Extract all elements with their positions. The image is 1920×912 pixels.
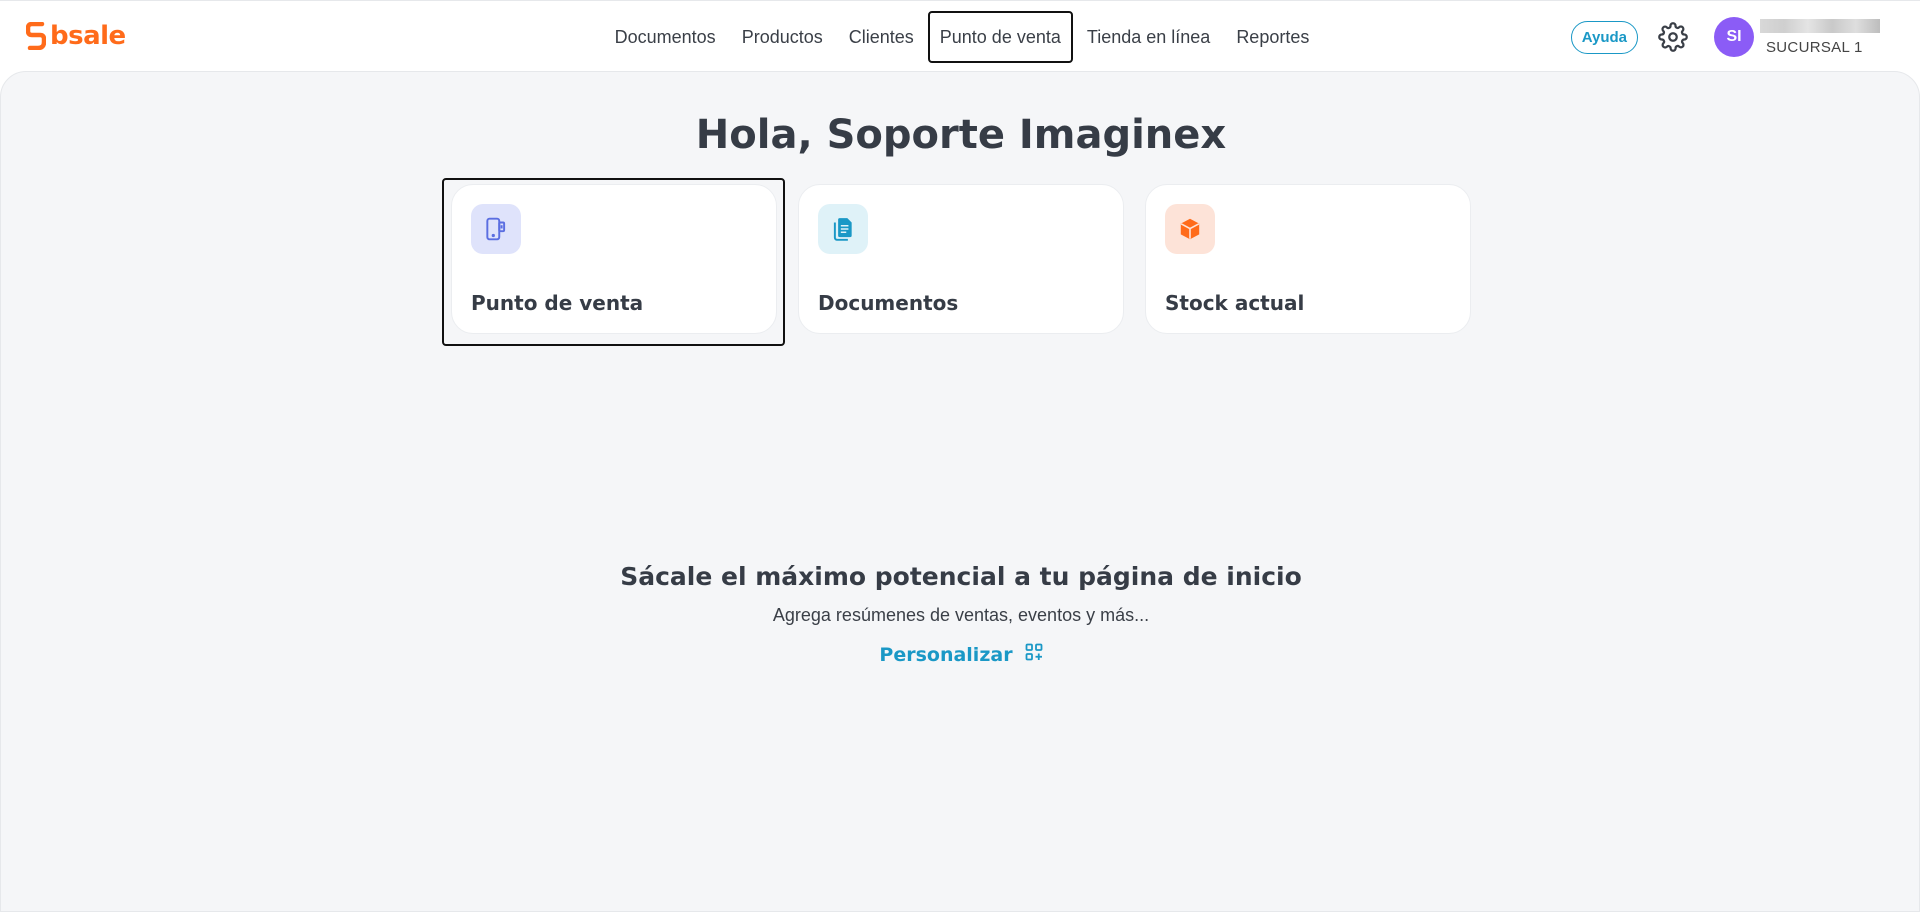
card-punto-de-venta[interactable]: Punto de venta	[451, 184, 777, 334]
user-menu[interactable]: SUCURSAL 1	[1760, 18, 1884, 56]
nav-item-clientes[interactable]: Clientes	[837, 11, 926, 63]
personalize-row: Personalizar	[1, 643, 1920, 666]
nav-item-reportes[interactable]: Reportes	[1224, 11, 1321, 63]
nav-item-tienda-en-linea[interactable]: Tienda en línea	[1075, 11, 1222, 63]
user-name-redacted	[1760, 18, 1880, 33]
branch-label: SUCURSAL 1	[1766, 38, 1863, 56]
avatar[interactable]: SI	[1714, 17, 1754, 57]
nav-item-punto-de-venta[interactable]: Punto de venta	[927, 10, 1073, 63]
box-icon	[1165, 204, 1215, 254]
add-widget-icon[interactable]	[1025, 643, 1043, 666]
help-button[interactable]: Ayuda	[1570, 20, 1638, 54]
page-title: Hola, Soporte Imaginex	[695, 112, 1227, 158]
gear-icon[interactable]	[1658, 22, 1688, 52]
top-navbar: bsale Documentos Productos Clientes Punt…	[0, 0, 1920, 71]
main-content: Hola, Soporte Imaginex Punto de venta Do…	[0, 71, 1920, 912]
header-actions: Ayuda SI SUCURSAL 1	[1570, 16, 1884, 58]
card-label: Stock actual	[1165, 291, 1305, 315]
card-documentos[interactable]: Documentos	[798, 184, 1124, 334]
card-label: Documentos	[818, 291, 959, 315]
nav-item-documentos[interactable]: Documentos	[603, 11, 728, 63]
documents-icon	[818, 204, 868, 254]
card-stock-actual[interactable]: Stock actual	[1145, 184, 1471, 334]
personalize-link[interactable]: Personalizar	[879, 644, 1012, 666]
card-label: Punto de venta	[471, 291, 644, 315]
promo-subtitle: Agrega resúmenes de ventas, eventos y má…	[772, 605, 1150, 625]
shortcut-cards: Punto de venta Documentos Stock actual	[451, 184, 1471, 334]
promo-title: Sácale el máximo potencial a tu página d…	[620, 562, 1302, 591]
nav-item-productos[interactable]: Productos	[730, 11, 835, 63]
pos-device-icon	[471, 204, 521, 254]
